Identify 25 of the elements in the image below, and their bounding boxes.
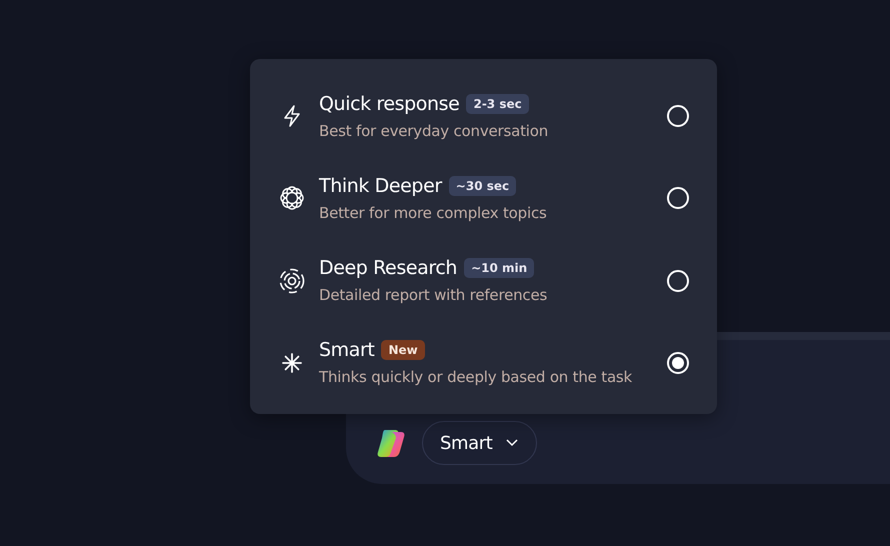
chevron-down-icon	[506, 439, 518, 447]
radio-button[interactable]	[667, 270, 689, 292]
mode-option[interactable]: Think Deeper ~30 sec Better for more complex topics	[250, 157, 717, 240]
mode-option[interactable]: Deep Research ~10 min Detailed report with references	[250, 240, 717, 322]
option-badge: ~30 sec	[448, 176, 516, 196]
option-description: Best for everyday conversation	[319, 122, 550, 140]
option-description: Better for more complex topics	[319, 204, 548, 222]
option-badge: ~10 min	[464, 258, 534, 278]
mode-option[interactable]: Quick response 2-3 sec Best for everyday conversation	[250, 75, 717, 158]
option-title: Think Deeper	[319, 174, 442, 197]
asterisk-icon	[281, 352, 303, 374]
radio-button[interactable]	[667, 187, 689, 210]
option-title: Quick response	[319, 92, 460, 115]
mode-dropdown-button[interactable]: Smart	[422, 421, 538, 465]
radio-button[interactable]	[667, 352, 689, 374]
option-title: Deep Research	[319, 257, 458, 280]
option-description: Detailed report with references	[319, 286, 548, 304]
option-badge: New	[381, 340, 425, 360]
option-description: Thinks quickly or deeply based on the task	[319, 368, 634, 386]
mode-option[interactable]: Smart New Thinks quickly or deeply based on the task	[250, 322, 717, 404]
target-rings-icon	[279, 268, 305, 294]
flower-icon	[279, 185, 305, 212]
option-title: Smart	[319, 339, 374, 362]
radio-button[interactable]	[667, 105, 689, 128]
option-badge: 2-3 sec	[466, 94, 529, 114]
